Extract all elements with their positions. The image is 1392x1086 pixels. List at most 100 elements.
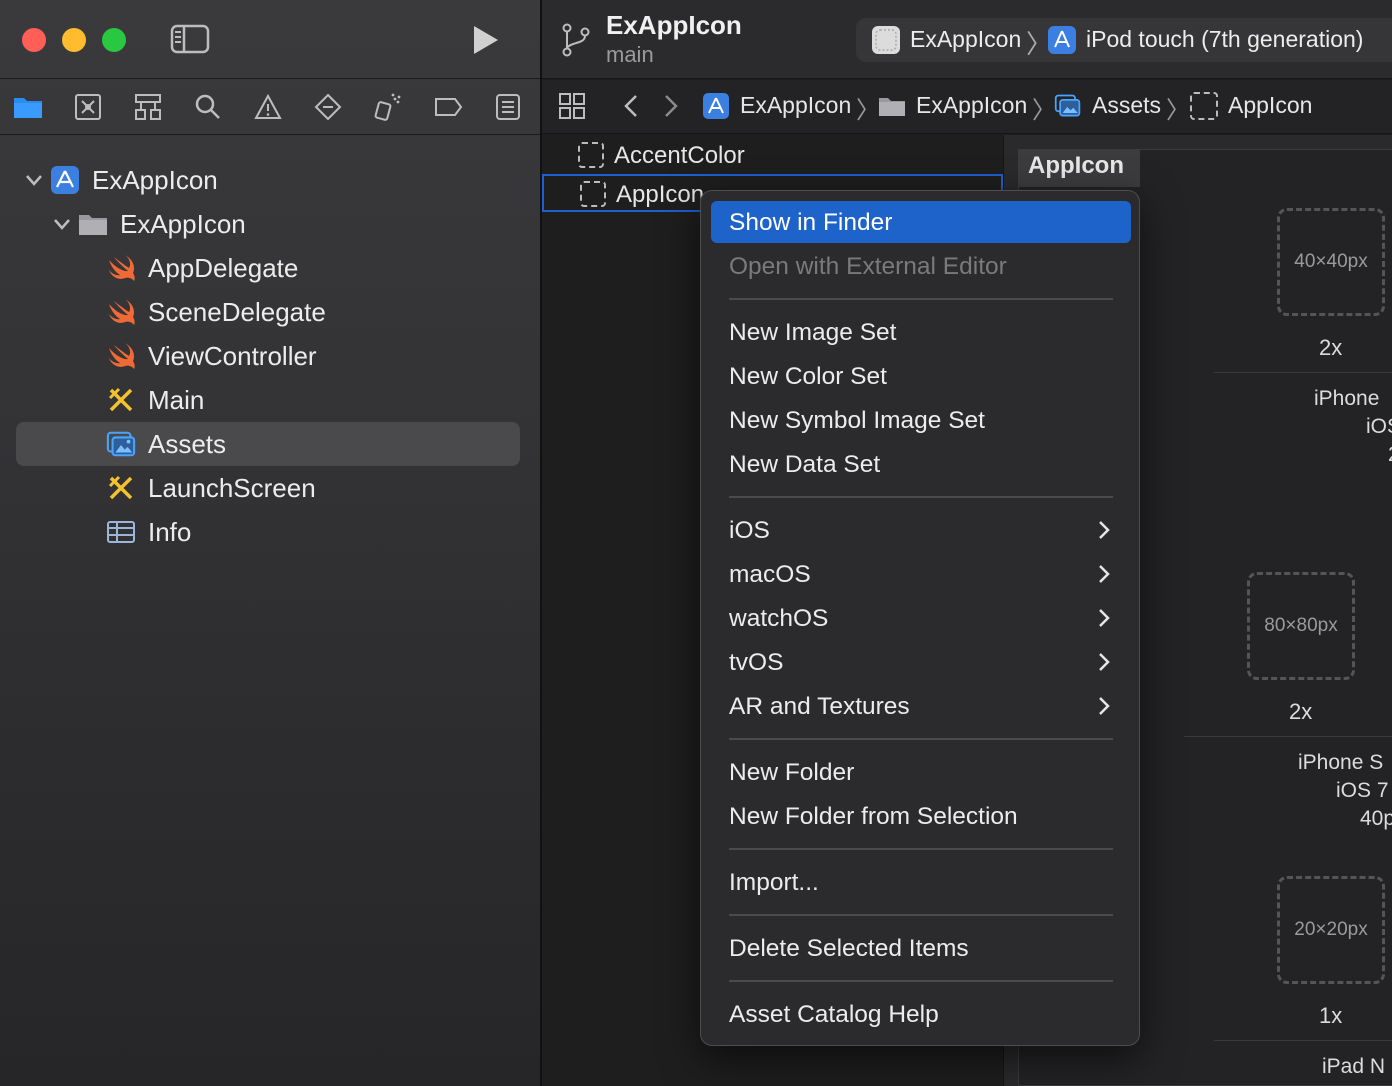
jump-bar-item[interactable]: AppIcon (1228, 92, 1312, 119)
icon-slot[interactable]: 80×80px (1247, 572, 1355, 680)
swift-file-icon (106, 297, 136, 327)
jump-bar: ExAppIcon 〉 ExAppIcon 〉 Assets 〉 AppIcon (542, 80, 1392, 134)
menu-item-new-image-set[interactable]: New Image Set (711, 311, 1131, 353)
menu-item-watchos[interactable]: watchOS (711, 597, 1131, 639)
back-chevron-icon[interactable] (618, 92, 646, 120)
breakpoint-icon[interactable] (433, 92, 463, 122)
icon-slot[interactable]: 20×20px (1277, 876, 1385, 984)
group-divider (1214, 372, 1392, 373)
jump-bar-item[interactable]: ExAppIcon (916, 92, 1027, 119)
submenu-chevron-icon (1099, 697, 1110, 715)
asset-catalog-icon (106, 429, 136, 459)
detail-tab-title: AppIcon (1018, 149, 1140, 187)
swift-file-icon (106, 341, 136, 371)
tree-item-file[interactable]: ViewController (16, 334, 520, 378)
debug-spray-icon[interactable] (373, 92, 403, 122)
app-icon-set-icon (1190, 92, 1218, 120)
menu-item-open-external-editor: Open with External Editor (729, 253, 1007, 280)
folder-icon (78, 209, 108, 239)
folder-icon[interactable] (13, 92, 43, 122)
group-label: 40p (1360, 807, 1392, 830)
tree-item-label: ExAppIcon (120, 208, 246, 239)
xcode-project-icon (703, 93, 729, 119)
tree-item-file[interactable]: Assets (16, 422, 520, 466)
scheme-selector[interactable]: ExAppIcon 〉 iPod touch (7th generation) (856, 18, 1392, 62)
group-label: iPad N (1322, 1055, 1386, 1078)
slot-scale-label: 2x (1289, 699, 1313, 724)
menu-item-asset-catalog-help[interactable]: Asset Catalog Help (711, 993, 1131, 1035)
tree-item-file[interactable]: LaunchScreen (16, 466, 520, 510)
tree-item-folder[interactable]: ExAppIcon (16, 202, 520, 246)
related-items-grid-icon[interactable] (558, 92, 586, 120)
submenu-chevron-icon (1099, 653, 1110, 671)
slot-scale-label: 1x (1319, 1003, 1343, 1028)
chevron-right-icon: 〉 (856, 97, 880, 124)
menu-item-new-symbol-image-set[interactable]: New Symbol Image Set (711, 399, 1131, 441)
sidebar-toggle-icon[interactable] (170, 24, 210, 54)
menu-item-tvos[interactable]: tvOS (711, 641, 1131, 683)
swift-file-icon (106, 253, 136, 283)
tree-item-file[interactable]: AppDelegate (16, 246, 520, 290)
chevron-down-icon[interactable] (24, 170, 44, 190)
submenu-chevron-icon (1099, 565, 1110, 583)
jump-bar-item[interactable]: ExAppIcon (740, 92, 851, 119)
tree-item-file[interactable]: Info (16, 510, 520, 554)
report-icon[interactable] (493, 92, 523, 122)
group-label: iOS 7 (1336, 779, 1389, 802)
asset-catalog-icon (1054, 94, 1081, 117)
device-icon (1048, 26, 1076, 54)
test-diamond-icon[interactable] (313, 92, 343, 122)
jump-bar-item[interactable]: Assets (1092, 92, 1161, 119)
warning-icon[interactable] (253, 92, 283, 122)
forward-chevron-icon[interactable] (656, 92, 684, 120)
close-window-button[interactable] (22, 28, 46, 52)
menu-separator (729, 496, 1113, 498)
source-control-icon[interactable] (73, 92, 103, 122)
slot-size-label: 20×20px (1294, 919, 1368, 940)
icon-slot[interactable]: 40×40px (1277, 208, 1385, 316)
menu-item-new-folder[interactable]: New Folder (711, 751, 1131, 793)
window-toolbar: ExAppIcon main ExAppIcon 〉 iPod touch (7… (542, 0, 1392, 79)
asset-item-label: AccentColor (614, 142, 745, 169)
plist-table-icon (106, 517, 136, 547)
chevron-right-icon: 〉 (1032, 97, 1056, 124)
asset-item[interactable]: AccentColor (542, 137, 1003, 175)
tree-item-file[interactable]: Main (16, 378, 520, 422)
run-play-icon[interactable] (466, 22, 502, 58)
tree-item-label: ExAppIcon (92, 164, 218, 195)
tree-item-label: LaunchScreen (148, 472, 316, 503)
project-title: ExAppIcon (606, 10, 742, 40)
run-destination-name[interactable]: iPod touch (7th generation) (1086, 26, 1363, 53)
app-icon-placeholder-icon (872, 26, 900, 54)
context-menu: Show in Finder Open with External Editor… (700, 190, 1140, 1046)
menu-item-macos[interactable]: macOS (711, 553, 1131, 595)
menu-item-ios[interactable]: iOS (711, 509, 1131, 551)
branch-icon (560, 22, 592, 58)
menu-item-ar-textures[interactable]: AR and Textures (711, 685, 1131, 727)
submenu-chevron-icon (1099, 609, 1110, 627)
storyboard-icon (106, 385, 136, 415)
menu-item-new-folder-from-selection[interactable]: New Folder from Selection (711, 795, 1131, 837)
chevron-right-icon: 〉 (1166, 97, 1190, 124)
tree-item-project[interactable]: ExAppIcon (16, 158, 520, 202)
group-label: 2 (1388, 443, 1392, 467)
menu-item-new-data-set[interactable]: New Data Set (711, 443, 1131, 485)
chevron-down-icon[interactable] (52, 214, 72, 234)
tree-item-file[interactable]: SceneDelegate (16, 290, 520, 334)
scheme-target-name[interactable]: ExAppIcon (910, 26, 1021, 53)
symbol-hierarchy-icon[interactable] (133, 92, 163, 122)
minimize-window-button[interactable] (62, 28, 86, 52)
menu-separator (729, 738, 1113, 740)
branch-name: main (606, 42, 654, 67)
folder-icon (879, 98, 905, 116)
menu-item-delete-selected[interactable]: Delete Selected Items (711, 927, 1131, 969)
menu-separator (729, 848, 1113, 850)
zoom-window-button[interactable] (102, 28, 126, 52)
menu-item-show-in-finder[interactable]: Show in Finder (711, 201, 1131, 243)
menu-item-new-color-set[interactable]: New Color Set (711, 355, 1131, 397)
group-label: iPhone (1314, 387, 1380, 410)
group-label: iPhone S (1298, 751, 1384, 774)
sidebar-titlebar (0, 0, 540, 79)
menu-item-import[interactable]: Import... (711, 861, 1131, 903)
search-icon[interactable] (193, 92, 223, 122)
